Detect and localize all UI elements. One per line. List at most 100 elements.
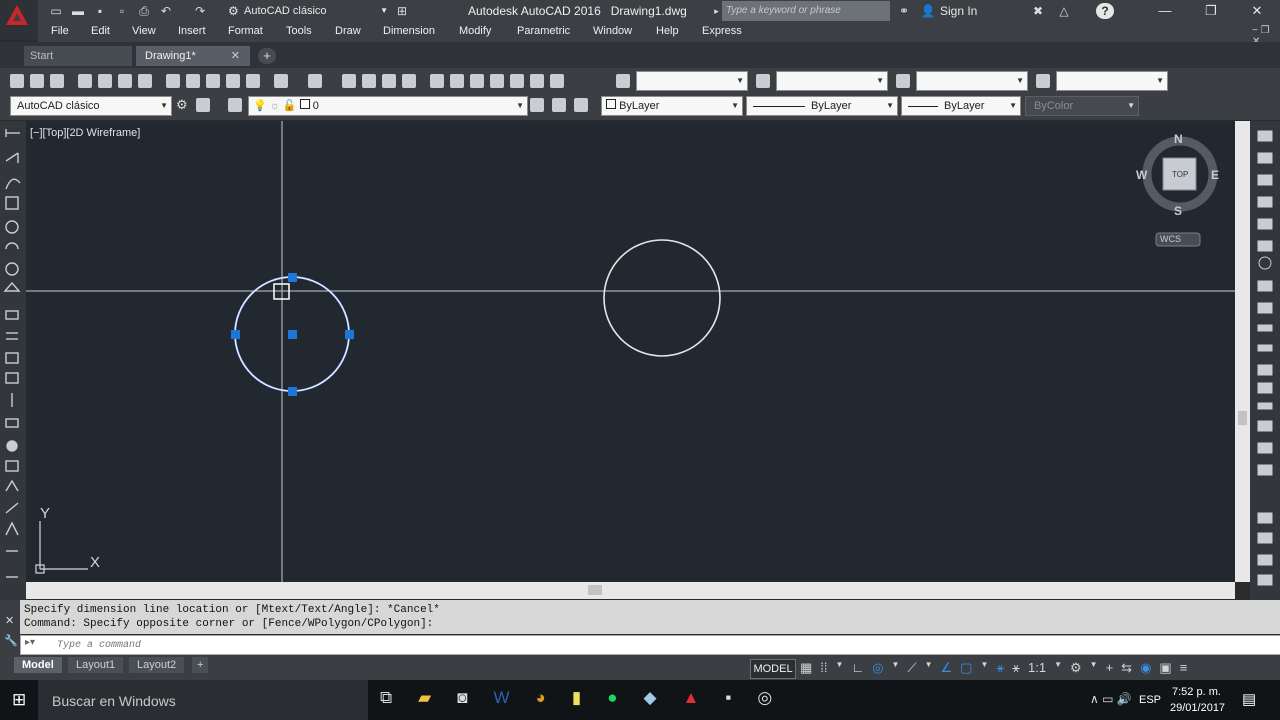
customize-menu-icon[interactable]: ≡ [1180, 660, 1188, 676]
spotify-icon[interactable]: ● [607, 688, 617, 708]
cut-icon[interactable] [166, 74, 180, 88]
save-as-icon[interactable]: ▫ [114, 3, 130, 19]
compass-east[interactable]: E [1211, 168, 1219, 182]
new-icon[interactable] [10, 74, 24, 88]
plus-icon[interactable]: + [1106, 660, 1114, 676]
dimension-style-dropdown[interactable]: ▼ [776, 71, 888, 91]
new-layout-button[interactable]: + [192, 657, 209, 673]
save-icon[interactable] [50, 74, 64, 88]
workspace-switch-gear-icon[interactable]: ⚙ [1070, 660, 1082, 676]
app-icon[interactable]: ◆ [643, 688, 656, 708]
menu-view[interactable]: View [132, 25, 156, 37]
menu-draw[interactable]: Draw [335, 25, 361, 37]
layer-state-icon[interactable] [574, 98, 588, 112]
hardware-acceleration-icon[interactable]: ◉ [1140, 660, 1151, 676]
workspace-toolbar-dropdown[interactable]: AutoCAD clásico ▼ [10, 96, 172, 116]
3d-print-icon[interactable] [138, 74, 152, 88]
new-tab-button[interactable]: + [258, 48, 276, 64]
compass-north[interactable]: N [1174, 132, 1183, 146]
gear-icon[interactable]: ⚙ [176, 97, 188, 113]
chevron-down-icon[interactable]: ▼ [892, 660, 900, 676]
block-editor-icon[interactable] [246, 74, 260, 88]
draw-toolbar-icons[interactable] [0, 121, 26, 601]
table-style-dropdown[interactable]: ▼ [916, 71, 1028, 91]
clock-time[interactable]: 7:52 p. m. [1172, 686, 1221, 698]
layout-tab-layout1[interactable]: Layout1 [68, 657, 124, 673]
sheet-set-icon[interactable] [490, 74, 504, 88]
open-file-icon[interactable]: ▬ [70, 3, 86, 19]
text-style-dropdown[interactable]: ▼ [636, 71, 748, 91]
open-icon[interactable] [30, 74, 44, 88]
make-current-icon[interactable] [530, 98, 544, 112]
undo-icon[interactable] [274, 74, 288, 88]
help-button[interactable]: ? [1096, 3, 1114, 19]
exchange-icon[interactable]: ✖ [1030, 3, 1046, 19]
menu-express[interactable]: Express [702, 25, 742, 37]
paste-icon[interactable] [206, 74, 220, 88]
windows-start-icon[interactable]: ⊞ [12, 690, 26, 710]
text-style-icon[interactable] [616, 74, 630, 88]
grid-icon[interactable]: ▦ [800, 660, 812, 676]
layout-tab-model[interactable]: Model [14, 657, 62, 673]
windows-search-box[interactable]: Buscar en Windows [38, 680, 368, 720]
minimize-button[interactable]: — [1142, 0, 1188, 22]
layer-previous-icon[interactable] [552, 98, 566, 112]
table-style-icon[interactable] [896, 74, 910, 88]
obs-icon[interactable]: ◎ [757, 688, 772, 708]
design-center-icon[interactable] [450, 74, 464, 88]
clean-screen-icon[interactable]: ▣ [1159, 660, 1171, 676]
chevron-down-icon[interactable]: ▼ [836, 660, 844, 676]
plot-icon[interactable]: ⎙ [136, 3, 152, 19]
drawing-viewport[interactable] [26, 121, 1235, 582]
layout-tab-layout2[interactable]: Layout2 [129, 657, 185, 673]
menu-insert[interactable]: Insert [178, 25, 206, 37]
dimension-style-icon[interactable] [756, 74, 770, 88]
application-menu-button[interactable] [0, 0, 38, 40]
menu-help[interactable]: Help [656, 25, 679, 37]
match-properties-icon[interactable] [226, 74, 240, 88]
lineweight-dropdown[interactable]: ByLayer ▼ [901, 96, 1021, 116]
color-dropdown[interactable]: ByLayer ▼ [601, 96, 743, 116]
language-indicator[interactable]: ESP [1139, 694, 1161, 706]
linetype-dropdown[interactable]: ByLayer ▼ [746, 96, 898, 116]
polar-icon[interactable]: ◎ [872, 660, 883, 676]
help-icon[interactable] [550, 74, 564, 88]
multileader-style-dropdown[interactable]: ▼ [1056, 71, 1168, 91]
autodesk-icon[interactable]: △ [1056, 3, 1072, 19]
modify-toolbar-icons[interactable] [1250, 121, 1280, 601]
horizontal-scroll-thumb[interactable] [588, 585, 602, 595]
plotstyle-dropdown[interactable]: ByColor ▼ [1025, 96, 1139, 116]
binoculars-icon[interactable]: ⚭ [896, 3, 912, 19]
publish-icon[interactable] [118, 74, 132, 88]
calculator-icon[interactable] [530, 74, 544, 88]
zoom-window-icon[interactable] [382, 74, 396, 88]
snap-icon[interactable]: ⁞⁞ [820, 660, 827, 676]
workspace-dropdown[interactable]: ⚙ AutoCAD clásico ▼ [226, 2, 390, 20]
object-snap-tracking-icon[interactable]: ∠ [940, 660, 952, 676]
layer-dropdown[interactable]: 💡 ☼ 🔓 0 ▼ [248, 96, 528, 116]
close-button[interactable]: ✕ [1234, 0, 1280, 22]
clock-date[interactable]: 29/01/2017 [1170, 702, 1225, 714]
annotation-visibility-icon[interactable]: ⚹ [996, 660, 1004, 676]
isodraft-icon[interactable]: ⟋ [907, 660, 916, 676]
markup-icon[interactable] [510, 74, 524, 88]
redo-icon[interactable] [308, 74, 322, 88]
save-icon[interactable]: ▪ [92, 3, 108, 19]
menu-tools[interactable]: Tools [286, 25, 312, 37]
redo-icon[interactable]: ↷ [192, 3, 208, 19]
chrome-icon[interactable]: ◕ [536, 688, 546, 708]
horizontal-scrollbar[interactable] [26, 582, 1235, 599]
layer-properties-icon[interactable] [228, 98, 242, 112]
auto-scale-icon[interactable]: ⚹ [1012, 660, 1020, 676]
chevron-down-icon[interactable]: ▼ [925, 660, 933, 676]
zoom-realtime-icon[interactable] [362, 74, 376, 88]
search-input[interactable]: Type a keyword or phrase [722, 1, 890, 21]
compass-west[interactable]: W [1136, 168, 1147, 182]
maximize-button[interactable]: ❐ [1188, 0, 1234, 22]
command-prompt-icon[interactable]: ▸▾ [25, 637, 35, 648]
menu-window[interactable]: Window [593, 25, 632, 37]
tray-icons[interactable]: ∧ ▭ 🔊 [1090, 692, 1132, 706]
plot-icon[interactable] [78, 74, 92, 88]
zoom-previous-icon[interactable] [402, 74, 416, 88]
vertical-scroll-thumb[interactable] [1238, 411, 1247, 425]
